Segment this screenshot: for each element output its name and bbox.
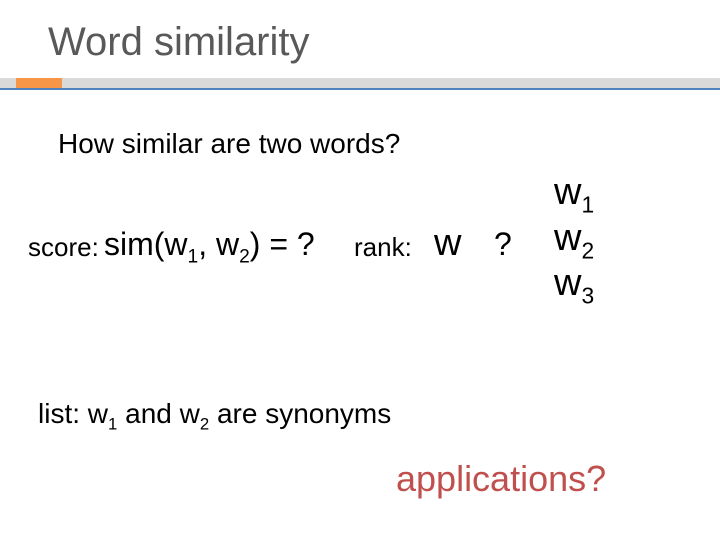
rank-list: w1 w2 w3 — [554, 172, 594, 309]
rank-item-3: w3 — [554, 263, 594, 309]
score-function: sim(w1, w2) = ? — [104, 226, 315, 268]
rank-item-1: w1 — [554, 172, 594, 218]
rank-w: w — [434, 222, 461, 265]
applications-text: applications? — [396, 458, 606, 500]
question-line: How similar are two words? — [58, 128, 400, 160]
rank-question: ? — [494, 226, 512, 263]
accent-bar — [0, 78, 720, 88]
score-label: score: — [28, 232, 99, 263]
accent-underline — [0, 88, 720, 90]
slide: Word similarity How similar are two word… — [0, 0, 720, 540]
rank-label: rank: — [354, 232, 412, 263]
slide-title: Word similarity — [48, 20, 310, 65]
accent-left — [16, 78, 62, 88]
rank-item-2: w2 — [554, 218, 594, 264]
list-line: list: w1 and w2 are synonyms — [38, 398, 391, 435]
